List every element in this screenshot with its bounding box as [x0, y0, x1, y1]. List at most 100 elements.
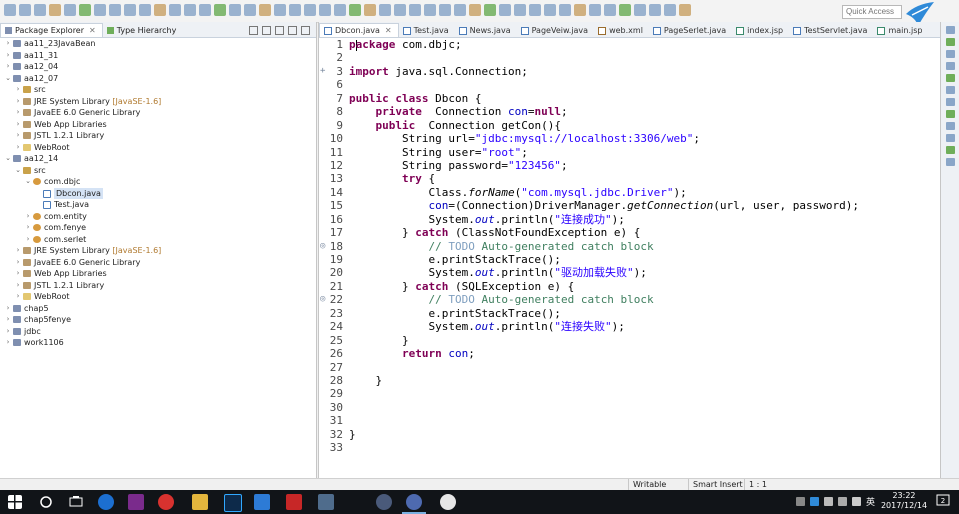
tree-item[interactable]: ⌄ aa12_14	[0, 153, 316, 165]
chevron-right-icon[interactable]: ›	[14, 119, 22, 131]
folder-app-icon[interactable]	[192, 494, 208, 510]
view-menu-icon[interactable]	[275, 26, 284, 35]
chevron-right-icon[interactable]: ›	[4, 50, 12, 62]
chevron-down-icon[interactable]: ⌄	[4, 153, 12, 165]
chevron-right-icon[interactable]: ›	[14, 142, 22, 154]
chevron-down-icon[interactable]: ⌄	[4, 73, 12, 85]
search-icon[interactable]	[38, 494, 54, 510]
toolbar-button-icon[interactable]	[364, 4, 376, 16]
side-view-icon[interactable]	[946, 86, 955, 94]
close-icon[interactable]: ✕	[385, 24, 392, 37]
toolbar-button-icon[interactable]	[409, 4, 421, 16]
toolbar-button-icon[interactable]	[559, 4, 571, 16]
toolbar-button-icon[interactable]	[4, 4, 16, 16]
side-view-icon[interactable]	[946, 110, 955, 118]
tree-item[interactable]: › com.serlet	[0, 234, 316, 246]
chevron-right-icon[interactable]: ›	[14, 257, 22, 269]
editor-tab[interactable]: Test.java	[399, 24, 455, 37]
minimize-icon[interactable]	[288, 26, 297, 35]
windows-start-icon[interactable]	[8, 495, 22, 509]
toolbar-button-icon[interactable]	[544, 4, 556, 16]
toolbar-button-icon[interactable]	[679, 4, 691, 16]
tree-item[interactable]: › JavaEE 6.0 Generic Library	[0, 107, 316, 119]
tree-item[interactable]: › com.fenye	[0, 222, 316, 234]
toolbar-button-icon[interactable]	[64, 4, 76, 16]
toolbar-button-icon[interactable]	[454, 4, 466, 16]
toolbar-button-icon[interactable]	[379, 4, 391, 16]
side-view-icon[interactable]	[946, 158, 955, 166]
editor-tab[interactable]: PageVeiw.java	[517, 24, 594, 37]
toolbar-button-icon[interactable]	[529, 4, 541, 16]
chevron-right-icon[interactable]: ›	[24, 234, 32, 246]
tree-item[interactable]: › chap5fenye	[0, 314, 316, 326]
toolbar-button-icon[interactable]	[229, 4, 241, 16]
tree-item[interactable]: ⌄ com.dbjc	[0, 176, 316, 188]
chevron-right-icon[interactable]: ›	[14, 291, 22, 303]
chevron-right-icon[interactable]: ›	[4, 303, 12, 315]
chevron-right-icon[interactable]: ›	[4, 326, 12, 338]
chevron-down-icon[interactable]: ⌄	[14, 165, 22, 177]
toolbar-button-icon[interactable]	[244, 4, 256, 16]
chevron-right-icon[interactable]: ›	[14, 84, 22, 96]
tree-item[interactable]: › com.entity	[0, 211, 316, 223]
eclipse-icon-1[interactable]	[376, 494, 392, 510]
tree-item[interactable]: ⌄ src	[0, 165, 316, 177]
chevron-down-icon[interactable]: ⌄	[24, 176, 32, 188]
fold-marker-icon[interactable]: +	[320, 65, 325, 78]
toolbar-button-icon[interactable]	[214, 4, 226, 16]
tree-item[interactable]: › aa12_04	[0, 61, 316, 73]
tree-item[interactable]: › JavaEE 6.0 Generic Library	[0, 257, 316, 269]
fold-marker-icon[interactable]: ◎	[320, 293, 325, 306]
toolbar-button-icon[interactable]	[154, 4, 166, 16]
chevron-right-icon[interactable]: ›	[24, 211, 32, 223]
image-viewer-icon[interactable]	[318, 494, 334, 510]
photoshop-icon[interactable]	[224, 494, 242, 512]
tree-item[interactable]: › work1106	[0, 337, 316, 349]
notification-center-icon[interactable]: 2	[936, 494, 950, 508]
tree-item[interactable]: › aa11_23JavaBean	[0, 38, 316, 50]
tray-arrow-icon[interactable]	[796, 497, 805, 506]
toolbar-button-icon[interactable]	[34, 4, 46, 16]
side-view-icon[interactable]	[946, 98, 955, 106]
editor-tab[interactable]: Dbcon.java ✕	[319, 23, 399, 37]
tree-item[interactable]: › JRE System Library [JavaSE-1.6]	[0, 245, 316, 257]
close-icon[interactable]: ✕	[89, 24, 96, 37]
editor-tab[interactable]: index.jsp	[732, 24, 789, 37]
toolbar-button-icon[interactable]	[589, 4, 601, 16]
toolbar-button-icon[interactable]	[394, 4, 406, 16]
editor-tab[interactable]: web.xml	[594, 24, 649, 37]
side-view-icon[interactable]	[946, 74, 955, 82]
tree-item[interactable]: › WebRoot	[0, 291, 316, 303]
chrome-browser-icon[interactable]	[440, 494, 456, 510]
side-view-icon[interactable]	[946, 134, 955, 142]
quick-access-input[interactable]	[842, 5, 902, 19]
side-view-icon[interactable]	[946, 38, 955, 46]
tree-item[interactable]: › JSTL 1.2.1 Library	[0, 280, 316, 292]
editor-tab[interactable]: PageSerlet.java	[649, 24, 732, 37]
chevron-right-icon[interactable]: ›	[14, 130, 22, 142]
toolbar-button-icon[interactable]	[514, 4, 526, 16]
toolbar-button-icon[interactable]	[184, 4, 196, 16]
chevron-right-icon[interactable]: ›	[14, 268, 22, 280]
tree-item[interactable]: › chap5	[0, 303, 316, 315]
maximize-icon[interactable]	[301, 26, 310, 35]
tree-item[interactable]: › jdbc	[0, 326, 316, 338]
code-area[interactable]: package com.dbjc; import java.sql.Connect…	[349, 38, 939, 455]
side-view-icon[interactable]	[946, 62, 955, 70]
tree-item[interactable]: › aa11_31	[0, 50, 316, 62]
chevron-right-icon[interactable]: ›	[14, 96, 22, 108]
toolbar-button-icon[interactable]	[79, 4, 91, 16]
tab-type-hierarchy[interactable]: Type Hierarchy	[103, 24, 183, 37]
collapse-all-icon[interactable]	[249, 26, 258, 35]
tab-package-explorer[interactable]: Package Explorer ✕	[0, 23, 103, 37]
tree-item[interactable]: › Web App Libraries	[0, 119, 316, 131]
link-editor-icon[interactable]	[262, 26, 271, 35]
editor-tab[interactable]: News.java	[455, 24, 517, 37]
fold-marker-icon[interactable]: ◎	[320, 240, 325, 253]
toolbar-button-icon[interactable]	[169, 4, 181, 16]
chevron-right-icon[interactable]: ›	[4, 61, 12, 73]
tree-item[interactable]: ⌄ aa12_07	[0, 73, 316, 85]
visual-studio-icon[interactable]	[254, 494, 270, 510]
toolbar-button-icon[interactable]	[334, 4, 346, 16]
netease-music-icon[interactable]	[158, 494, 174, 510]
